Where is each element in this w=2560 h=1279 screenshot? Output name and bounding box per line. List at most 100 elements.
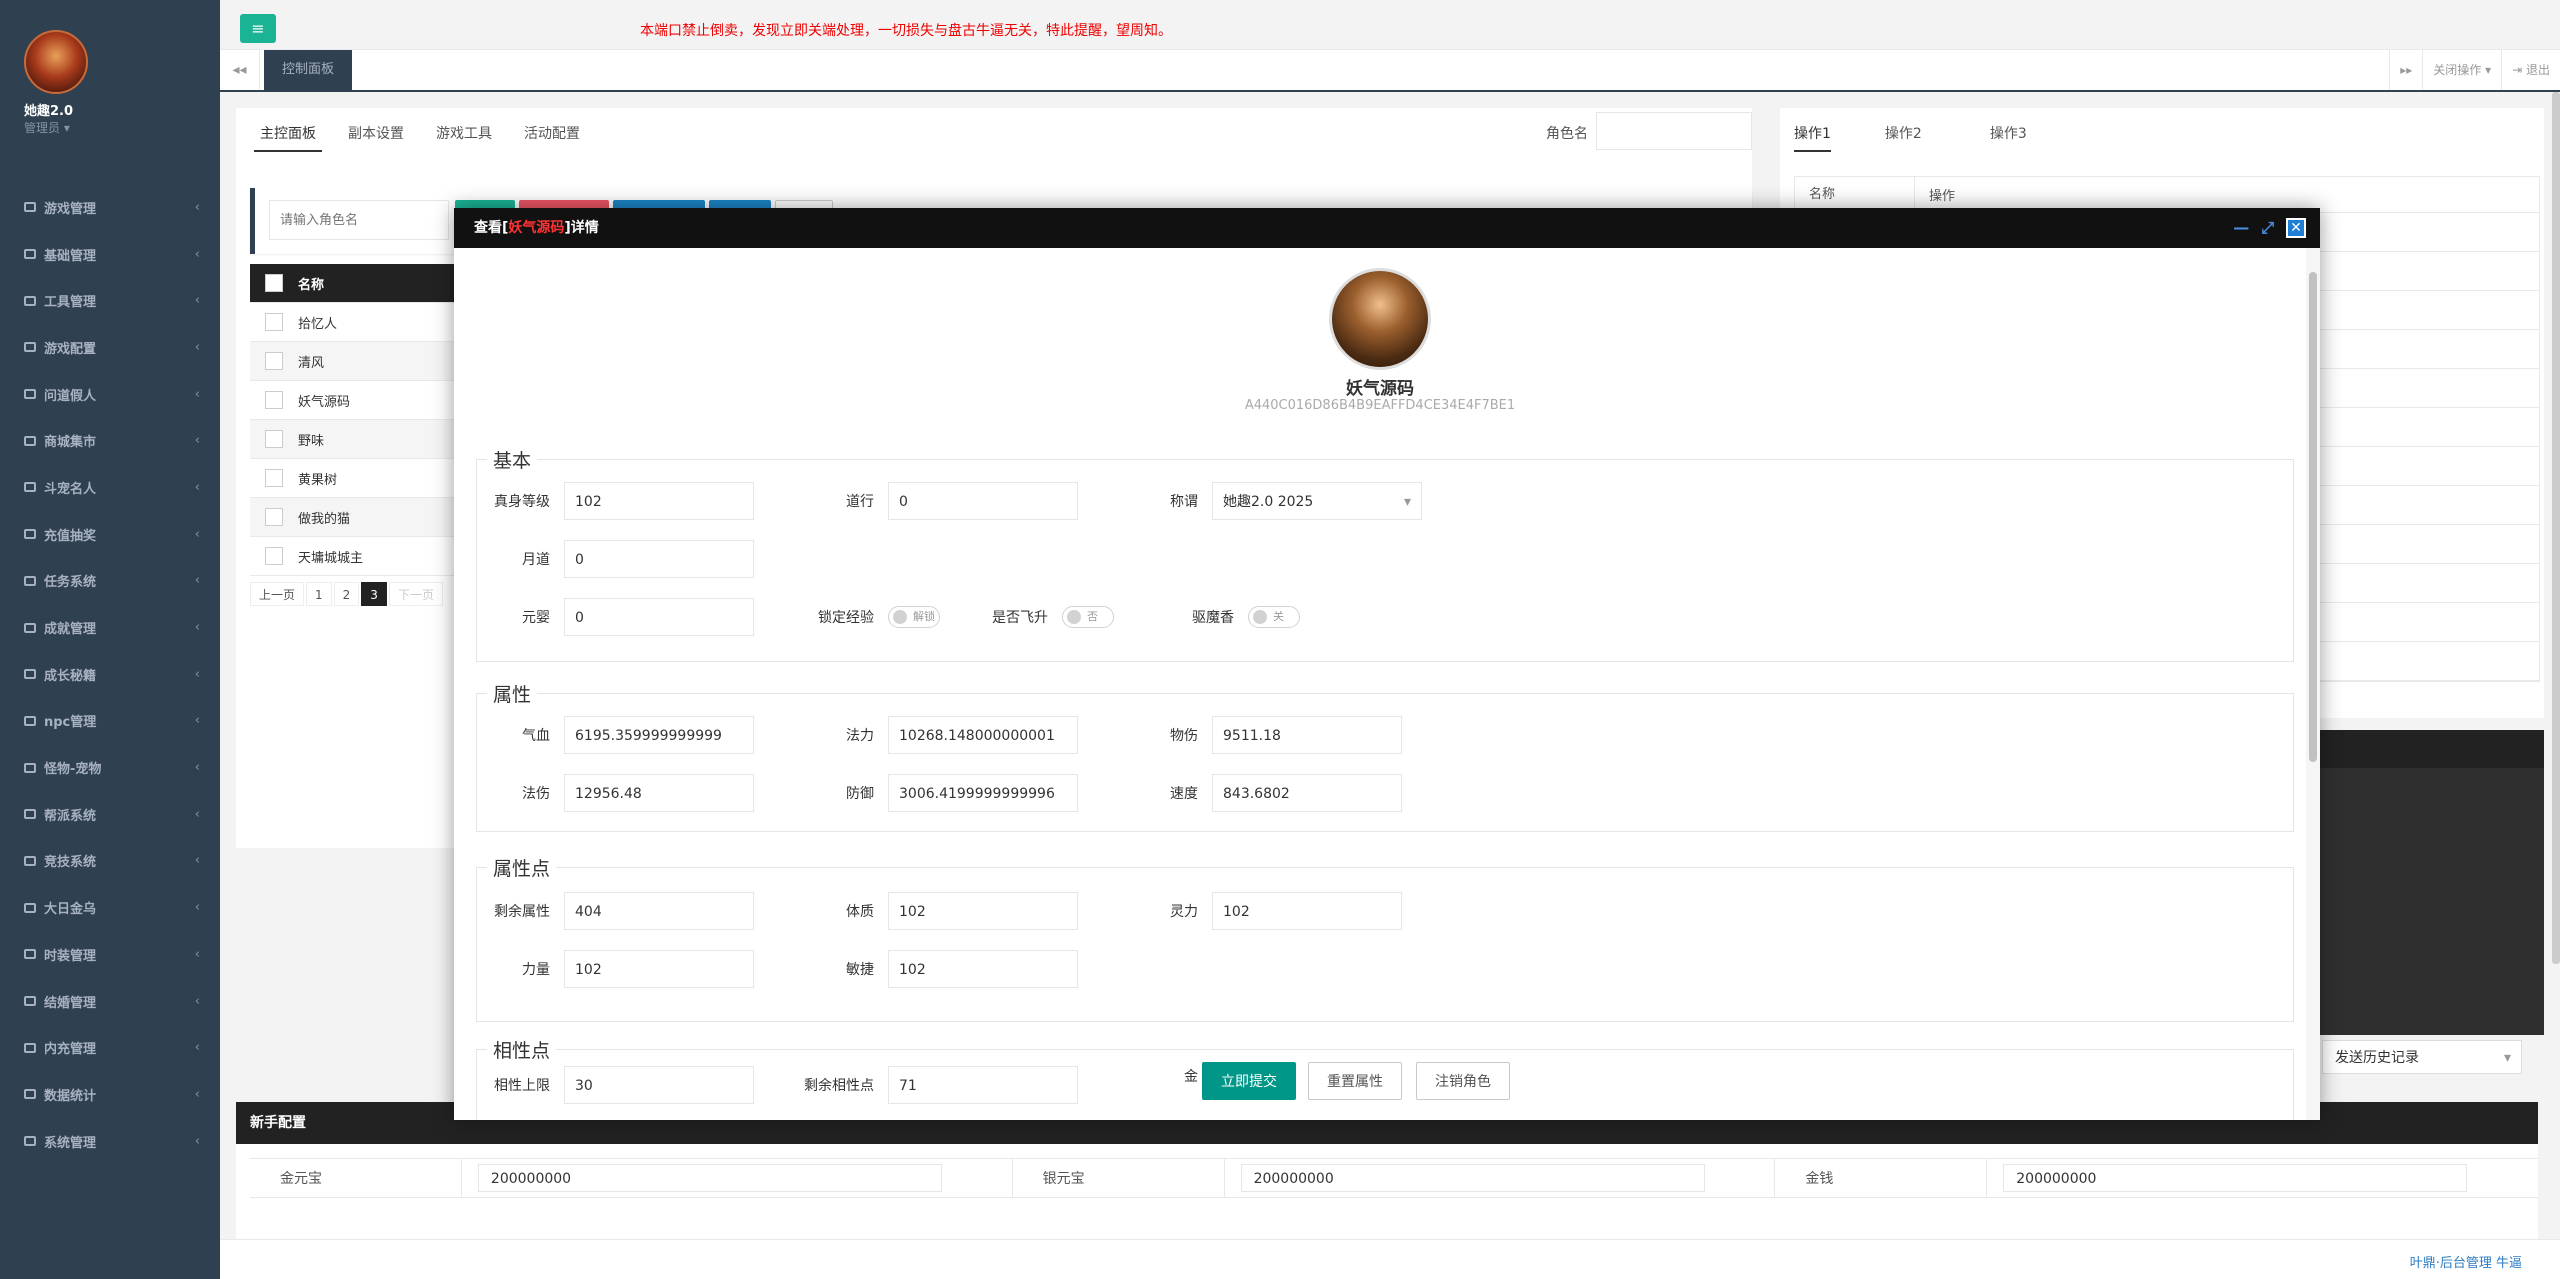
silver-ingot-input[interactable]: 200000000 xyxy=(1240,1164,1705,1192)
spd-input[interactable]: 843.6802 xyxy=(1212,774,1402,812)
modal-scrollbar[interactable] xyxy=(2306,248,2320,1120)
row-checkbox[interactable] xyxy=(265,547,283,565)
prev-page[interactable]: 上一页 xyxy=(250,582,305,606)
table-row[interactable]: 黄果树 xyxy=(250,459,480,498)
gold-ingot-input[interactable]: 200000000 xyxy=(477,1164,942,1192)
agi-input[interactable]: 102 xyxy=(888,950,1078,988)
submit-button[interactable]: 立即提交 xyxy=(1202,1062,1296,1100)
sidebar-item-1[interactable]: 基础管理 ‹ xyxy=(0,231,220,278)
spi-input[interactable]: 102 xyxy=(1212,892,1402,930)
affinity-cap-input[interactable]: 30 xyxy=(564,1066,754,1104)
search-input[interactable] xyxy=(269,200,449,240)
row-checkbox[interactable] xyxy=(265,508,283,526)
tab-op1[interactable]: 操作1 xyxy=(1794,116,1831,152)
affinity-remain-label: 剩余相性点 xyxy=(804,1078,874,1094)
sidebar-item-8[interactable]: 任务系统 ‹ xyxy=(0,558,220,605)
avatar[interactable] xyxy=(24,30,88,94)
select-all-checkbox[interactable] xyxy=(265,274,283,292)
sidebar-item-2[interactable]: 工具管理 ‹ xyxy=(0,277,220,324)
scroll-right-icon[interactable]: ▸▸ xyxy=(2389,50,2422,90)
user-icon xyxy=(24,389,36,400)
yuanying-input[interactable]: 0 xyxy=(564,598,754,636)
sidebar-item-12[interactable]: 怪物-宠物 ‹ xyxy=(0,744,220,791)
row-name: 做我的猫 xyxy=(298,511,351,527)
row-checkbox[interactable] xyxy=(265,391,283,409)
title-select[interactable]: 她趣2.0 2025 xyxy=(1212,482,1422,521)
spd-label: 速度 xyxy=(1170,786,1198,802)
gear-icon xyxy=(24,575,36,586)
sidebar-item-13[interactable]: 帮派系统 ‹ xyxy=(0,791,220,838)
table-row[interactable]: 做我的猫 xyxy=(250,498,480,537)
sidebar-item-label: 成就管理 xyxy=(44,622,97,638)
col-op: 操作 xyxy=(1929,189,1956,204)
sidebar-item-6[interactable]: 斗宠名人 ‹ xyxy=(0,464,220,511)
sidebar-item-11[interactable]: npc管理 ‹ xyxy=(0,698,220,745)
subtab-2[interactable]: 游戏工具 xyxy=(430,116,498,152)
tab-op3[interactable]: 操作3 xyxy=(1976,116,2041,152)
phy-input[interactable]: 9511.18 xyxy=(1212,716,1402,754)
affinity-remain-input[interactable]: 71 xyxy=(888,1066,1078,1104)
row-checkbox[interactable] xyxy=(265,313,283,331)
table-row[interactable]: 妖气源码 xyxy=(250,381,480,420)
sidebar-item-4[interactable]: 问道假人 ‹ xyxy=(0,371,220,418)
dao-input[interactable]: 0 xyxy=(888,482,1078,520)
sidebar-item-18[interactable]: 内充管理 ‹ xyxy=(0,1024,220,1071)
incense-label: 驱魔香 xyxy=(1192,610,1234,626)
def-input[interactable]: 3006.4199999999996 xyxy=(888,774,1078,812)
console-box xyxy=(2320,730,2544,1035)
subtab-0[interactable]: 主控面板 xyxy=(254,116,322,152)
sidebar-item-15[interactable]: 大日金乌 ‹ xyxy=(0,884,220,931)
sidebar-item-5[interactable]: 商城集市 ‹ xyxy=(0,417,220,464)
close-ops-dropdown[interactable]: 关闭操作 ▾ xyxy=(2422,50,2501,90)
sidebar-item-17[interactable]: 结婚管理 ‹ xyxy=(0,978,220,1025)
role-name-input[interactable] xyxy=(1596,112,1752,150)
profile-role[interactable]: 管理员 ▾ xyxy=(24,119,220,136)
level-input[interactable]: 102 xyxy=(564,482,754,520)
subtab-1[interactable]: 副本设置 xyxy=(342,116,410,152)
table-row[interactable]: 野味 xyxy=(250,420,480,459)
delete-role-button[interactable]: 注销角色 xyxy=(1416,1062,1510,1100)
logout-button[interactable]: ⇥ 退出 xyxy=(2501,50,2560,90)
page-scrollbar[interactable] xyxy=(2552,92,2560,964)
mag-input[interactable]: 12956.48 xyxy=(564,774,754,812)
mp-input[interactable]: 10268.148000000001 xyxy=(888,716,1078,754)
sidebar-item-10[interactable]: 成长秘籍 ‹ xyxy=(0,651,220,698)
moon-input[interactable]: 0 xyxy=(564,540,754,578)
subtab-3[interactable]: 活动配置 xyxy=(518,116,586,152)
money-input[interactable]: 200000000 xyxy=(2003,1164,2468,1192)
sidebar-item-0[interactable]: 游戏管理 ‹ xyxy=(0,184,220,231)
minimize-icon[interactable]: — xyxy=(2233,208,2249,248)
sidebar-item-14[interactable]: 竞技系统 ‹ xyxy=(0,838,220,885)
maximize-icon[interactable]: ⤢ xyxy=(2261,208,2274,248)
table-row[interactable]: 清风 xyxy=(250,342,480,381)
history-select[interactable]: 发送历史记录 ▾ xyxy=(2322,1040,2522,1074)
table-row[interactable]: 天墉城城主 xyxy=(250,537,480,576)
sidebar-item-9[interactable]: 成就管理 ‹ xyxy=(0,604,220,651)
fly-switch[interactable]: 否 xyxy=(1062,606,1114,628)
next-page[interactable]: 下一页 xyxy=(388,582,443,606)
sidebar-item-19[interactable]: 数据统计 ‹ xyxy=(0,1071,220,1118)
lockexp-switch[interactable]: 解锁 xyxy=(888,606,940,628)
tab-op2[interactable]: 操作2 xyxy=(1871,116,1936,152)
reset-button[interactable]: 重置属性 xyxy=(1308,1062,1402,1100)
sidebar-item-3[interactable]: 游戏配置 ‹ xyxy=(0,324,220,371)
close-icon[interactable]: ✕ xyxy=(2286,218,2306,238)
remain-points-input[interactable]: 404 xyxy=(564,892,754,930)
sidebar-item-16[interactable]: 时装管理 ‹ xyxy=(0,931,220,978)
menu-toggle-button[interactable]: ≡ xyxy=(240,14,276,43)
hp-input[interactable]: 6195.359999999999 xyxy=(564,716,754,754)
row-checkbox[interactable] xyxy=(265,469,283,487)
table-row[interactable]: 拾忆人 xyxy=(250,303,480,342)
con-input[interactable]: 102 xyxy=(888,892,1078,930)
sidebar-item-7[interactable]: 充值抽奖 ‹ xyxy=(0,511,220,558)
incense-switch[interactable]: 关 xyxy=(1248,606,1300,628)
page-3[interactable]: 3 xyxy=(361,582,387,606)
page-1[interactable]: 1 xyxy=(306,582,332,606)
row-checkbox[interactable] xyxy=(265,352,283,370)
page-2[interactable]: 2 xyxy=(333,582,360,606)
scroll-left-icon[interactable]: ◂◂ xyxy=(220,50,260,90)
str-input[interactable]: 102 xyxy=(564,950,754,988)
row-checkbox[interactable] xyxy=(265,430,283,448)
tab-dashboard[interactable]: 控制面板 xyxy=(264,50,353,90)
sidebar-item-20[interactable]: 系统管理 ‹ xyxy=(0,1118,220,1165)
